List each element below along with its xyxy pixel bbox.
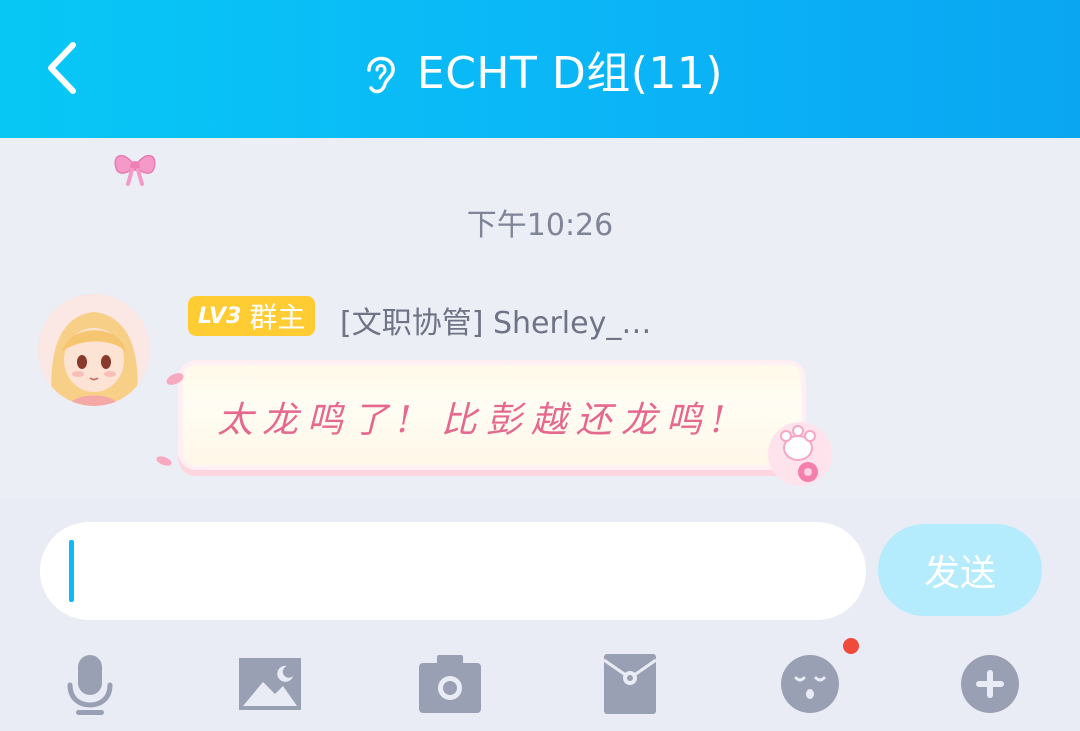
title-wrap: ECHT D组(11) (0, 0, 1080, 138)
avatar[interactable] (38, 294, 150, 406)
image-button[interactable] (230, 644, 310, 724)
sender-name[interactable]: [文职协管] Sherley_… (340, 298, 651, 342)
notification-dot (843, 638, 859, 654)
image-icon (239, 658, 301, 710)
text-caret (69, 540, 74, 602)
voice-button[interactable] (50, 644, 130, 724)
avatar-image (38, 294, 150, 406)
message-input[interactable] (40, 522, 866, 620)
message-timestamp: 下午10:26 (466, 208, 614, 243)
paw-decoration (768, 422, 832, 486)
send-button-label: 发送 (923, 553, 996, 594)
send-button[interactable]: 发送 (878, 524, 1042, 616)
message-bubble[interactable]: 太龙鸣了! 比彭越还龙鸣! (178, 360, 806, 470)
camera-button[interactable] (410, 644, 490, 724)
petal-decoration (166, 373, 184, 385)
microphone-icon (67, 655, 113, 715)
input-toolbar (0, 636, 1080, 726)
ear-icon[interactable] (357, 48, 401, 98)
bow-decoration (114, 155, 156, 186)
level-badge: LV3 (198, 303, 242, 329)
petal-decoration (156, 456, 172, 466)
role-badge: 群主 (249, 301, 306, 334)
more-button[interactable] (950, 644, 1030, 724)
camera-icon (419, 655, 481, 713)
title-bar: ECHT D组(11) (0, 0, 1080, 138)
chat-title: ECHT D组(11) (416, 48, 724, 99)
emoji-button[interactable] (770, 644, 850, 724)
red-packet-button[interactable] (590, 644, 670, 724)
message-text: 太龙鸣了! 比彭越还龙鸣! (217, 400, 735, 441)
group-owner-badge: LV3 群主 (188, 296, 316, 336)
emoji-icon (781, 655, 839, 713)
composer-area: 发送 (0, 498, 1080, 731)
red-packet-icon (604, 654, 656, 714)
plus-icon (961, 655, 1019, 713)
